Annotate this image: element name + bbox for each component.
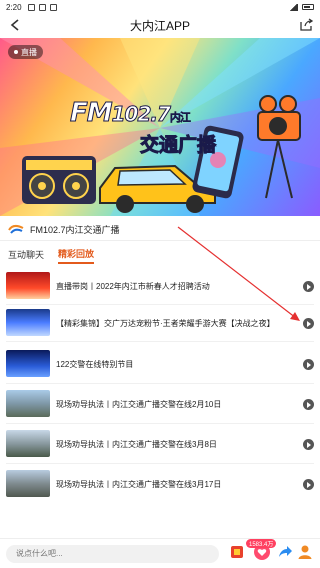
station-name: FM102.7内江交通广播 <box>30 225 120 235</box>
share-icon[interactable] <box>298 17 314 33</box>
divider <box>6 383 314 384</box>
comment-input[interactable] <box>6 544 219 563</box>
sim-icon <box>49 3 57 11</box>
list-item[interactable]: 现场劝导执法丨内江交通广播交警在线3月8日 <box>0 426 320 462</box>
live-dot-icon <box>14 50 18 54</box>
title-bar: 大内江APP <box>0 14 320 36</box>
thumbnail-street <box>6 470 50 497</box>
banner-city: 内江 <box>169 111 192 125</box>
thumbnail-game <box>6 309 50 336</box>
notification-icon <box>27 3 35 11</box>
play-icon[interactable] <box>303 479 314 490</box>
tab-chat[interactable]: 互动聊天 <box>8 248 44 263</box>
live-label: 直播 <box>21 47 37 57</box>
station-info: FM102.7内江交通广播 <box>0 219 320 241</box>
thumbnail-street <box>6 430 50 457</box>
likes-count-badge: 1583.4万 <box>246 539 277 548</box>
list-item[interactable]: 122交警在线特别节目 <box>0 346 320 382</box>
station-logo-icon <box>8 224 24 234</box>
thumbnail-police <box>6 350 50 377</box>
play-icon[interactable] <box>303 281 314 292</box>
play-icon[interactable] <box>303 318 314 329</box>
list-item[interactable]: 【精彩集锦】交广万达宠粉节·王者荣耀手游大赛【决战之夜】 <box>0 305 320 341</box>
play-icon[interactable] <box>303 439 314 450</box>
thumbnail-street <box>6 390 50 417</box>
divider <box>6 341 314 342</box>
content-tabs: 互动聊天 精彩回放 <box>0 245 320 265</box>
status-bar: 2:20 <box>0 0 320 14</box>
banner-frequency: FM102.7内江 <box>70 98 192 129</box>
banner-brand: 交通广播 <box>139 135 217 157</box>
list-item-title: 现场劝导执法丨内江交通广播交警在线2月10日 <box>56 399 222 409</box>
divider <box>6 423 314 424</box>
user-icon[interactable] <box>297 544 313 560</box>
gift-icon[interactable] <box>229 544 245 560</box>
signal-icon <box>289 3 298 11</box>
list-item-title: 【精彩集锦】交广万达宠粉节·王者荣耀手游大赛【决战之夜】 <box>56 318 275 328</box>
divider <box>6 463 314 464</box>
list-item[interactable]: 现场劝导执法丨内江交通广播交警在线2月10日 <box>0 386 320 422</box>
status-time: 2:20 <box>6 2 22 12</box>
page-title: 大内江APP <box>129 18 190 33</box>
play-icon[interactable] <box>303 359 314 370</box>
list-item-title: 122交警在线特别节目 <box>56 359 134 369</box>
banner-fm-text: FM <box>70 98 114 129</box>
forward-icon[interactable] <box>277 544 293 560</box>
live-banner[interactable]: 直播 FM102.7内江 交通广播 <box>0 38 320 216</box>
download-icon <box>38 3 46 11</box>
list-item-title: 直播带岗丨2022年内江市新春人才招聘活动 <box>56 281 210 291</box>
tab-replay[interactable]: 精彩回放 <box>58 247 95 264</box>
live-badge: 直播 <box>8 45 43 59</box>
list-item[interactable]: 直播带岗丨2022年内江市新春人才招聘活动 <box>0 268 320 304</box>
radio-illustration <box>22 156 96 204</box>
list-item-title: 现场劝导执法丨内江交通广播交警在线3月8日 <box>56 439 217 449</box>
list-item[interactable]: 现场劝导执法丨内江交通广播交警在线3月17日 <box>0 466 320 502</box>
banner-frequency-number: 102.7 <box>111 102 171 127</box>
back-icon[interactable] <box>6 16 24 34</box>
list-item-title: 现场劝导执法丨内江交通广播交警在线3月17日 <box>56 479 222 489</box>
play-icon[interactable] <box>303 399 314 410</box>
thumbnail-recruit <box>6 272 50 299</box>
battery-icon <box>302 4 314 10</box>
